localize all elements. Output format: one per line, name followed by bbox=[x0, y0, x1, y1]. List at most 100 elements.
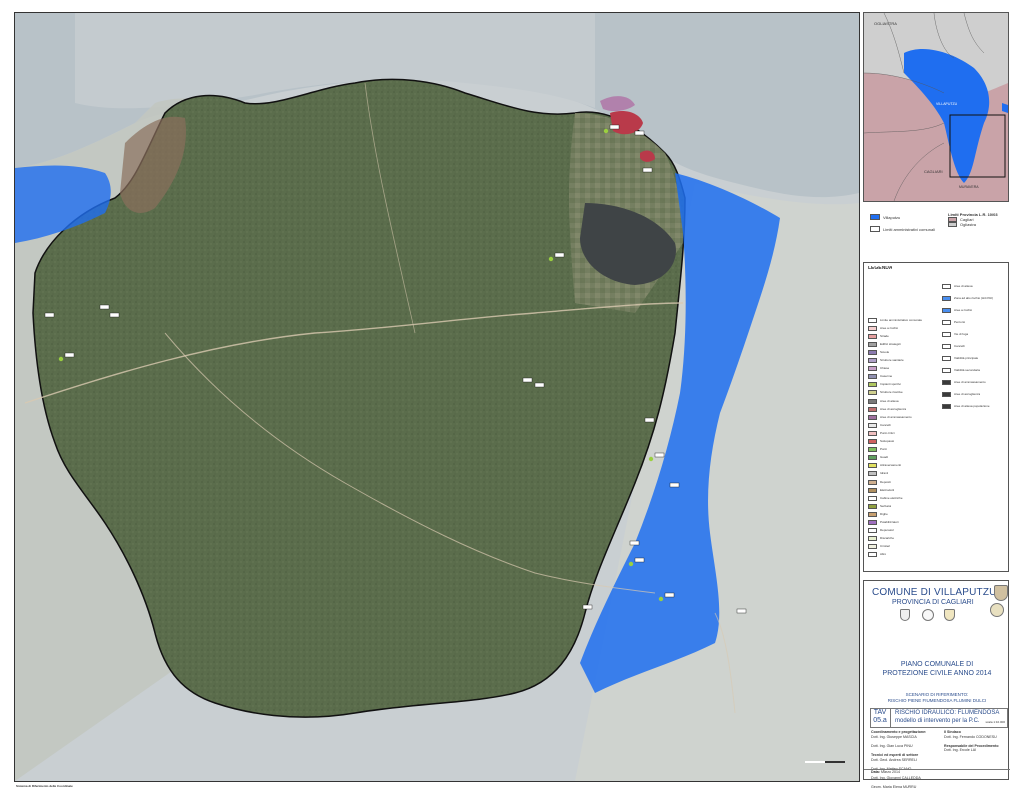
responsabile-title: Responsabile del Procedimento bbox=[944, 743, 999, 748]
date-value: Marzo 2014 bbox=[881, 770, 900, 774]
building-marker[interactable] bbox=[609, 124, 620, 130]
legend-label: Strade bbox=[880, 333, 889, 338]
legend-item: Scuole bbox=[868, 349, 940, 355]
legend-item: Percorsi bbox=[942, 319, 1008, 325]
legend-item: Depuratori bbox=[868, 528, 940, 534]
credit-name: Dott. Ing. Fernando CODONESU bbox=[944, 734, 997, 739]
legend-swatch bbox=[868, 422, 877, 428]
building-marker[interactable] bbox=[634, 557, 645, 563]
plan-title-line2: PROTEZIONE CIVILE ANNO 2014 bbox=[882, 670, 992, 677]
province-crest-icon bbox=[944, 609, 955, 621]
legend-item: Elettrodotti bbox=[868, 487, 940, 493]
inset-legend: Villaputzu Limiti amministrativi comunal… bbox=[866, 212, 1010, 242]
building-marker[interactable] bbox=[654, 452, 665, 458]
legend-swatch bbox=[868, 358, 877, 363]
legend-swatch bbox=[868, 349, 877, 355]
legend-swatch bbox=[948, 222, 957, 227]
legend-item: Depositi bbox=[868, 479, 940, 485]
strategic-point bbox=[603, 128, 609, 134]
side-panel: OGLIASTRA CAGLIARI VILLAPUTZU MURAVERA V… bbox=[862, 12, 1012, 789]
title-block: COMUNE DI VILLAPUTZU PROVINCIA DI CAGLIA… bbox=[863, 580, 1010, 789]
legend-item: Attraversamenti bbox=[868, 463, 940, 469]
legend-swatch bbox=[868, 398, 877, 404]
building-marker[interactable] bbox=[582, 604, 593, 610]
legend-swatch bbox=[868, 447, 877, 453]
legend-label: Cabine elettriche bbox=[880, 495, 903, 500]
credit-name: Dott. Ing. Gian Luca PINU bbox=[871, 743, 913, 748]
legend-swatch bbox=[868, 520, 877, 525]
legend-item: Vie di fuga bbox=[942, 331, 1008, 337]
legend-swatch bbox=[868, 471, 877, 477]
legend-item: Cimiteri bbox=[868, 544, 940, 550]
credit-name: Dott. Ing. Ercole LAI bbox=[944, 748, 977, 753]
legend-swatch bbox=[868, 317, 877, 323]
legend-swatch bbox=[868, 511, 877, 517]
legend-label: Aree di ammassamento bbox=[880, 414, 912, 419]
strategic-point bbox=[658, 596, 664, 602]
legend-box: LEGENDA Limite amministrativo comunale Ar… bbox=[863, 262, 1009, 572]
strategic-point bbox=[648, 456, 654, 462]
tav-label: TAV bbox=[873, 709, 887, 716]
legend-label: Cimiteri bbox=[880, 544, 891, 549]
tav-number: 05.a bbox=[873, 717, 887, 724]
strategic-point bbox=[628, 561, 634, 567]
legend-swatch bbox=[942, 331, 951, 337]
legend-item: Viabilità secondaria bbox=[942, 367, 1008, 373]
building-marker[interactable] bbox=[64, 352, 75, 358]
legend-title: LEGENDA bbox=[868, 266, 893, 271]
building-marker[interactable] bbox=[554, 252, 565, 258]
building-marker[interactable] bbox=[522, 377, 533, 383]
scenario-label: SCENARIO DI RIFERIMENTO: bbox=[905, 692, 969, 697]
legend-swatch bbox=[868, 390, 877, 396]
building-marker[interactable] bbox=[669, 482, 680, 488]
legend-swatch bbox=[942, 379, 951, 385]
legend-swatch bbox=[868, 479, 877, 485]
credit-name: Geom. Maria Elena MURRU bbox=[871, 785, 917, 790]
legend-label: Cancelli bbox=[954, 343, 965, 348]
building-marker[interactable] bbox=[629, 540, 640, 546]
province-item: Ogliastra bbox=[948, 222, 998, 227]
legend-swatch bbox=[870, 226, 880, 232]
legend-swatch bbox=[942, 319, 951, 325]
legend-item: Guadi bbox=[868, 455, 940, 461]
coordinamento-title: Coordinamento e progettazione: bbox=[871, 730, 927, 734]
date-block: Data: Marzo 2014 bbox=[871, 770, 900, 775]
building-marker[interactable] bbox=[634, 130, 645, 136]
legend-label: Villaputzu bbox=[883, 214, 901, 220]
legend-label: Vie di fuga bbox=[954, 331, 969, 336]
legend-item: Limite amministrativo comunale bbox=[868, 317, 940, 323]
legend-label: Aree di accoglienza bbox=[880, 406, 907, 411]
map-sheet: OGLIASTRA CAGLIARI VILLAPUTZU MURAVERA V… bbox=[0, 0, 1020, 799]
inset-label: CAGLIARI bbox=[924, 169, 943, 174]
building-marker[interactable] bbox=[109, 312, 120, 318]
legend-label: Guadi bbox=[880, 455, 889, 460]
legend-label: Strutture ricettive bbox=[880, 390, 903, 395]
legend-item: Aree a rischio bbox=[868, 325, 940, 331]
comune-title: COMUNE DI VILLAPUTZU bbox=[872, 587, 997, 598]
legend-swatch bbox=[868, 487, 877, 493]
sindaco-title: Il Sindaco bbox=[944, 730, 961, 734]
legend-label: Ogliastra bbox=[960, 222, 977, 227]
legend-label: Elettrodotti bbox=[880, 487, 895, 492]
building-marker[interactable] bbox=[642, 167, 653, 173]
legend-item: Edifici strategici bbox=[868, 341, 940, 347]
legend-label: Dighe bbox=[880, 511, 888, 516]
legend-label: Aree di attesa bbox=[954, 283, 973, 288]
building-marker[interactable] bbox=[644, 417, 655, 423]
legend-label: Aree di attesa popolazione bbox=[954, 403, 990, 408]
legend-swatch bbox=[868, 374, 877, 380]
legend-item: Viabilità principale bbox=[942, 355, 1008, 361]
legend-label: Viabilità principale bbox=[954, 355, 979, 360]
legend-swatch bbox=[868, 528, 877, 534]
legend-swatch bbox=[942, 307, 951, 313]
building-marker[interactable] bbox=[99, 304, 110, 310]
building-marker[interactable] bbox=[736, 608, 747, 614]
building-marker[interactable] bbox=[664, 592, 675, 598]
legend-label: Aree di ammassamento bbox=[954, 379, 986, 384]
building-marker[interactable] bbox=[44, 312, 55, 318]
legend-item: Aree di accoglienza bbox=[942, 391, 1008, 397]
legend-item: Zona ad alto rischio (Hi4 PAI) bbox=[942, 295, 1008, 301]
civil-protection-logo-icon bbox=[990, 603, 1004, 617]
building-marker[interactable] bbox=[534, 382, 545, 388]
aerial-map[interactable] bbox=[15, 13, 859, 781]
